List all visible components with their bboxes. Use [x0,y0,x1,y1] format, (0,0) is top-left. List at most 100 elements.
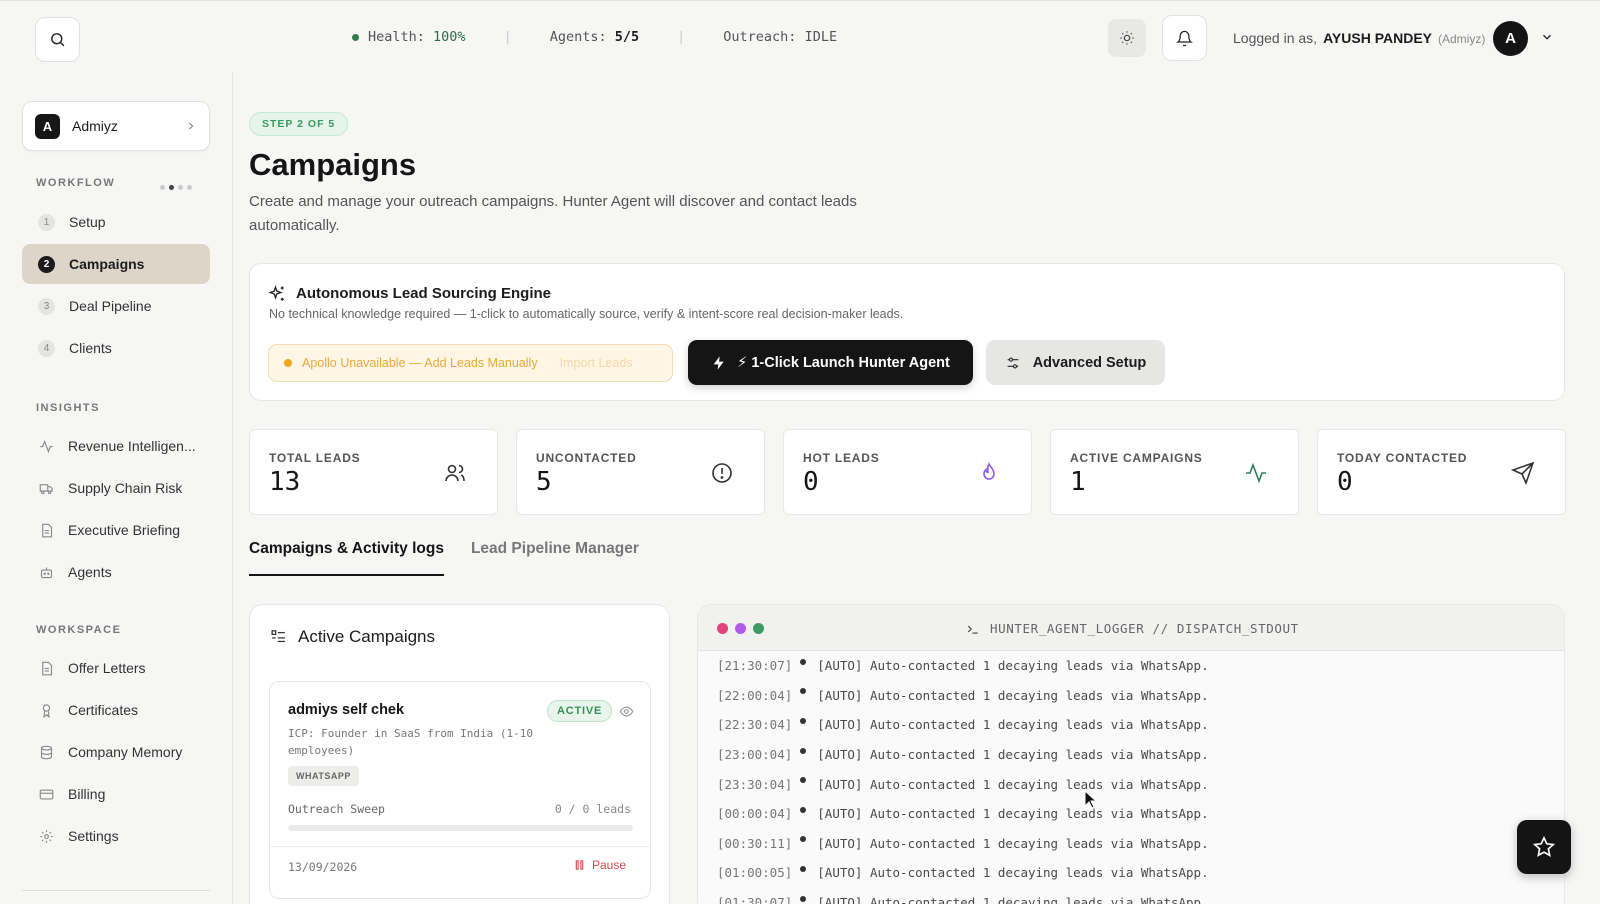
step-number: 1 [38,213,55,231]
log-bullet [800,895,807,902]
sidebar-item-label: Campaigns [69,256,145,272]
send-icon [1511,461,1535,485]
list-checks-icon [271,630,285,643]
eye-icon[interactable] [619,704,634,719]
mouse-cursor-icon [1084,790,1097,809]
bell-icon [1176,30,1193,46]
engine-subtitle: No technical knowledge required — 1-clic… [269,307,904,321]
sidebar-item-agents[interactable]: Agents [22,552,210,592]
login-prefix: Logged in as, [1233,30,1318,46]
sidebar-item-label: Certificates [68,702,139,718]
avatar[interactable]: A [1493,21,1528,56]
sidebar-item-supply-chain-risk[interactable]: Supply Chain Risk [22,468,210,508]
campaign-card[interactable]: admiys self chek ACTIVE ICP: Founder in … [269,681,651,899]
pause-label: Pause [591,858,626,872]
sidebar-item-deal-pipeline[interactable]: 3 Deal Pipeline [22,286,210,326]
sidebar-item-certificates[interactable]: Certificates [22,690,210,730]
leads-progress-text: 0 / 0 leads [554,802,631,816]
log-row: [23:00:04] [AUTO] Auto-contacted 1 decayi… [717,740,1557,770]
sidebar-item-label: Setup [69,214,106,230]
favorites-fab-button[interactable] [1517,820,1571,874]
agents-value: 5/5 [614,29,640,45]
truck-icon [38,480,54,496]
sidebar-item-revenue-intelligence[interactable]: Revenue Intelligen... [22,426,210,466]
engine-title: Autonomous Lead Sourcing Engine [296,285,551,302]
divider [22,890,210,891]
pause-button[interactable]: Pause [574,858,626,872]
chevron-down-icon[interactable] [1540,30,1554,44]
database-icon [38,744,54,760]
sidebar-item-label: Settings [68,828,119,844]
tab-bar: Campaigns & Activity logs Lead Pipeline … [249,540,639,576]
search-button[interactable] [35,17,80,62]
sidebar-item-label: Supply Chain Risk [68,480,183,496]
stat-label: TOTAL LEADS [269,451,361,465]
log-timestamp: [01:30:07] [717,895,793,904]
apollo-status-banner: Apollo Unavailable — Add Leads Manually … [268,344,673,382]
sidebar-item-setup[interactable]: 1 Setup [22,202,210,242]
page-title: Campaigns [249,147,417,182]
import-leads-link[interactable]: Import Leads [560,356,633,370]
window-dot-red [717,623,728,634]
tab-campaigns-activity-logs[interactable]: Campaigns & Activity logs [249,540,444,576]
log-message: [AUTO] Auto-contacted 1 decaying leads v… [817,865,1209,881]
sidebar-item-executive-briefing[interactable]: Executive Briefing [22,510,210,550]
terminal-header: HUNTER_AGENT_LOGGER // DISPATCH_STDOUT [698,605,1564,651]
theme-toggle-button[interactable] [1108,19,1146,57]
page-description: Create and manage your outreach campaign… [249,193,857,234]
warning-dot [284,359,292,367]
search-icon [51,33,65,47]
advanced-setup-button[interactable]: Advanced Setup [986,340,1165,385]
terminal-title: HUNTER_AGENT_LOGGER // DISPATCH_STDOUT [966,621,1299,636]
sidebar-item-label: Deal Pipeline [69,298,152,314]
document-icon [38,660,54,676]
log-timestamp: [00:30:11] [717,835,793,851]
terminal-prompt-icon [967,625,978,634]
active-campaigns-title: Active Campaigns [298,627,436,646]
workspace-switcher[interactable]: A Admiyz [22,101,210,151]
log-timestamp: [22:30:04] [717,717,793,733]
sidebar-item-clients[interactable]: 4 Clients [22,328,210,368]
log-timestamp: [00:00:04] [717,806,793,822]
sidebar-item-offer-letters[interactable]: Offer Letters [22,648,210,688]
stat-card-active-campaigns: ACTIVE CAMPAIGNS 1 [1050,429,1299,515]
sparkles-icon [268,285,284,301]
system-status: Health: 100% | Agents: 5/5 | Outreach: I… [352,29,837,45]
stat-label: UNCONTACTED [536,451,637,465]
campaign-name: admiys self chek [288,702,405,718]
stat-card-hot-leads: HOT LEADS 0 [783,429,1032,515]
sidebar-item-settings[interactable]: Settings [22,816,210,856]
document-icon [38,522,54,538]
award-icon [38,702,54,718]
log-message: [AUTO] Auto-contacted 1 decaying leads v… [817,835,1209,851]
activity-icon [1246,462,1266,484]
sidebar-item-label: Clients [69,340,112,356]
sidebar-item-label: Company Memory [68,744,183,760]
tab-lead-pipeline-manager[interactable]: Lead Pipeline Manager [471,540,639,576]
divider [270,846,650,847]
log-message: [AUTO] Auto-contacted 1 decaying leads v… [817,658,1209,674]
workflow-section-label: WORKFLOW [36,177,116,189]
star-icon [1533,836,1555,857]
top-bar: Health: 100% | Agents: 5/5 | Outreach: I… [0,0,1600,72]
terminal-title-text: HUNTER_AGENT_LOGGER // DISPATCH_STDOUT [990,621,1299,636]
launch-hunter-agent-button[interactable]: ⚡ 1-Click Launch Hunter Agent [688,340,973,385]
log-row: [00:00:04] [AUTO] Auto-contacted 1 decayi… [717,799,1557,829]
step-badge: STEP 2 OF 5 [249,112,349,136]
campaign-icp: ICP: Founder in SaaS from India (1-10 em… [288,727,534,757]
stat-card-uncontacted: UNCONTACTED 5 [516,429,765,515]
notifications-button[interactable] [1162,15,1207,61]
step-number: 3 [38,297,55,315]
divider: | [677,29,686,45]
sidebar-item-billing[interactable]: Billing [22,774,210,814]
stat-label: HOT LEADS [803,451,880,465]
apollo-status-text: Apollo Unavailable — Add Leads Manually [302,356,538,370]
sidebar-item-company-memory[interactable]: Company Memory [22,732,210,772]
workflow-progress-dots [160,185,192,190]
sidebar-item-campaigns[interactable]: 2 Campaigns [22,244,210,284]
stat-value: 0 [803,467,819,497]
user-name: AYUSH PANDEY [1323,30,1432,46]
stat-card-total-leads: TOTAL LEADS 13 [249,429,498,515]
campaign-date: 13/09/2026 [288,860,358,874]
sidebar-item-label: Billing [68,786,106,802]
